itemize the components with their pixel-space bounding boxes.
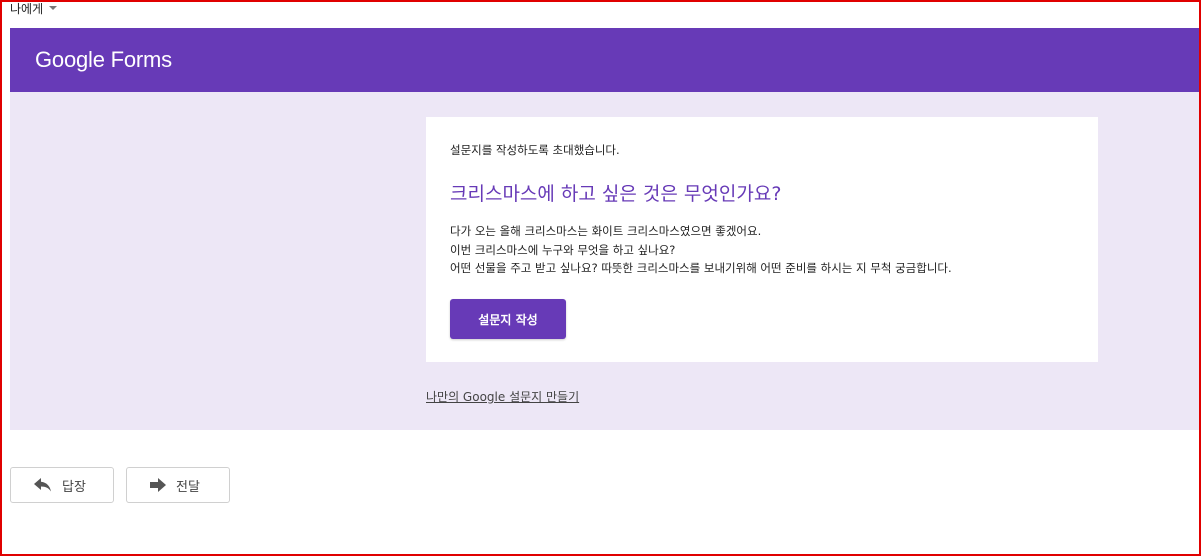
reply-icon [34,478,52,492]
reply-button[interactable]: 답장 [10,467,114,503]
forward-icon [150,478,166,492]
description-line: 다가 오는 올해 크리스마스는 화이트 크리스마스였으면 좋겠어요. [450,224,762,238]
reply-label: 답장 [62,479,86,495]
form-title: 크리스마스에 하고 싶은 것은 무엇인가요? [450,183,782,205]
description-line: 이번 크리스마스에 누구와 무엇을 하고 싶나요? [450,242,676,257]
recipient-dropdown[interactable]: 나에게 [10,1,58,18]
google-forms-logo: Google Forms [35,47,172,72]
invite-text: 설문지를 작성하도록 초대했습니다. [450,143,620,157]
create-own-form-link[interactable]: 나만의 Google 설문지 만들기 [426,388,579,405]
caret-down-icon [49,6,58,10]
form-description: 다가 오는 올해 크리스마스는 화이트 크리스마스였으면 좋겠어요. 이번 크리… [450,222,952,278]
forward-label: 전달 [176,479,200,495]
fill-out-form-button[interactable]: 설문지 작성 [450,299,566,339]
form-invite-card: 설문지를 작성하도록 초대했습니다. 크리스마스에 하고 싶은 것은 무엇인가요… [426,117,1098,362]
email-message-view: 나에게 Google Forms 설문지를 작성하도록 초대했습니다. 크리스마… [0,0,1201,556]
google-forms-header: Google Forms [10,28,1199,92]
form-invite-body: 설문지를 작성하도록 초대했습니다. 크리스마스에 하고 싶은 것은 무엇인가요… [10,92,1199,430]
description-line: 어떤 선물을 주고 받고 싶나요? 따뜻한 크리스마스를 보내기위해 어떤 준비… [450,261,952,275]
forward-button[interactable]: 전달 [126,467,230,503]
recipient-label: 나에게 [10,1,44,16]
